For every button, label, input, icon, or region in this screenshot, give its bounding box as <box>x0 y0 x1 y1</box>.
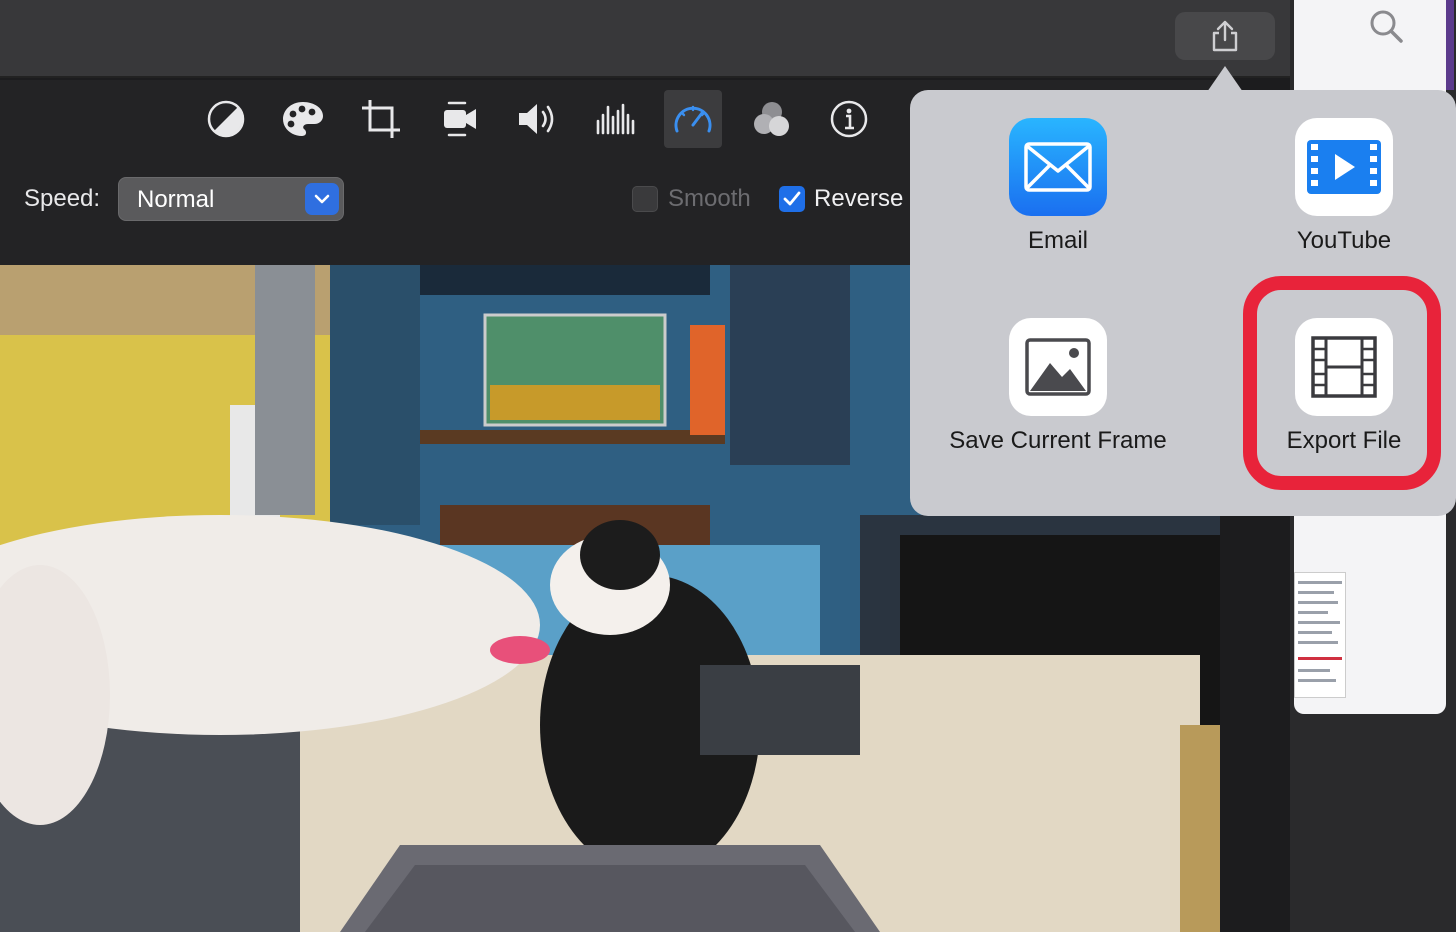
speed-dropdown[interactable]: Normal <box>118 177 344 221</box>
clip-info-button[interactable] <box>820 90 878 148</box>
reverse-label: Reverse <box>814 185 904 212</box>
document-thumbnail <box>1294 572 1346 698</box>
stabilization-icon <box>444 101 476 137</box>
share-button[interactable] <box>1175 12 1275 60</box>
title-bar <box>0 0 1290 78</box>
popover-arrow <box>1207 66 1243 92</box>
share-save-frame-label: Save Current Frame <box>949 427 1167 454</box>
checkmark-icon <box>783 191 801 206</box>
speed-button[interactable] <box>664 90 722 148</box>
equalizer-button[interactable] <box>586 90 644 148</box>
smooth-label: Smooth <box>668 185 751 212</box>
smooth-checkbox[interactable] <box>632 186 658 212</box>
color-correction-button[interactable] <box>274 90 332 148</box>
chevron-down-icon <box>305 183 339 215</box>
equalizer-icon <box>596 103 635 135</box>
color-balance-button[interactable] <box>197 90 255 148</box>
color-balance-icon <box>207 100 245 138</box>
speed-label: Speed: <box>24 185 101 212</box>
search-icon[interactable] <box>1366 6 1406 46</box>
email-icon <box>1009 118 1107 216</box>
speed-value: Normal <box>137 186 215 213</box>
crop-icon <box>362 100 400 138</box>
stabilization-button[interactable] <box>430 90 488 148</box>
share-email-label: Email <box>1027 227 1088 254</box>
volume-icon <box>519 104 554 134</box>
effects-icon <box>754 102 789 136</box>
volume-button[interactable] <box>508 90 566 148</box>
photo-icon <box>1009 318 1107 416</box>
export-file-highlight <box>1243 276 1441 490</box>
crop-button[interactable] <box>352 90 410 148</box>
reverse-checkbox[interactable] <box>779 186 805 212</box>
info-icon <box>830 100 868 138</box>
speed-gauge-icon <box>674 105 712 133</box>
window-edge-accent <box>1446 0 1454 90</box>
video-overlay-button[interactable] <box>742 90 800 148</box>
share-email[interactable]: Email <box>948 118 1168 256</box>
share-icon <box>1212 20 1238 52</box>
share-youtube-facebook[interactable]: YouTube & Facebook <box>1234 118 1454 260</box>
color-palette-icon <box>283 102 323 136</box>
share-save-current-frame[interactable]: Save Current Frame <box>938 318 1178 456</box>
youtube-facebook-icon <box>1295 118 1393 216</box>
share-youtube-facebook-label: YouTube & Facebook <box>1280 227 1408 260</box>
